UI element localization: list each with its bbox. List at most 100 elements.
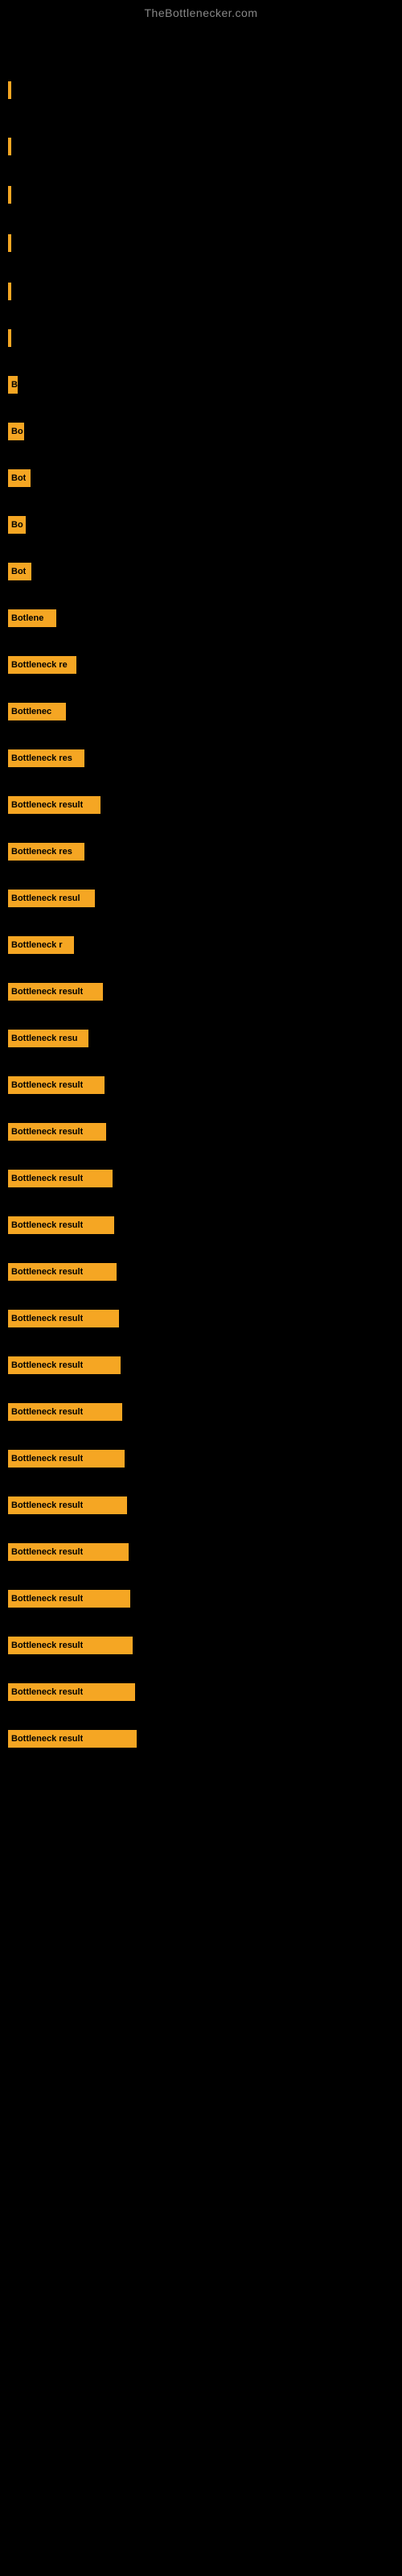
bar-fill: Bottleneck result [8, 1216, 114, 1234]
page-container: TheBottlenecker.com B Bo Bot Bo Bot Botlene Bo… [0, 0, 402, 2576]
bar-label: Bottleneck result [11, 800, 83, 810]
bar-row: Bottleneck result [8, 1401, 402, 1423]
bar-fill: Bottleneck result [8, 1496, 127, 1514]
bar-fill: Bottleneck result [8, 1076, 105, 1094]
bar-row [8, 135, 402, 158]
bar-fill: Bottleneck res [8, 749, 84, 767]
bar-fill: Bo [8, 423, 24, 440]
bar-fill: Bottleneck result [8, 983, 103, 1001]
bar-label: Bottleneck result [11, 1407, 83, 1417]
bar-row: Botlene [8, 607, 402, 630]
bar-label: Bottleneck result [11, 1127, 83, 1137]
bar-label: Bottleneck result [11, 1641, 83, 1650]
bars-section: B Bo Bot Bo Bot Botlene Bottleneck re Bottlenec… [0, 23, 402, 1752]
bar-row: Bottleneck result [8, 1214, 402, 1236]
bar-fill: Bottleneck result [8, 1543, 129, 1561]
bar-label: Bottleneck result [11, 1501, 83, 1510]
bar-label: Bottleneck result [11, 1314, 83, 1323]
bar-fill [8, 329, 11, 347]
bar-row: Bottleneck result [8, 1354, 402, 1377]
bar-label: Bottleneck res [11, 847, 72, 857]
bar-fill: B [8, 376, 18, 394]
bar-label: B [11, 380, 18, 390]
bar-row: Bottleneck result [8, 1167, 402, 1190]
bar-row: Bottlenec [8, 700, 402, 723]
bar-row: Bo [8, 420, 402, 443]
bar-row [8, 184, 402, 206]
bar-fill: Bot [8, 563, 31, 580]
bar-row: Bottleneck result [8, 1587, 402, 1610]
bar-row: Bottleneck re [8, 654, 402, 676]
bar-label: Bottleneck result [11, 1080, 83, 1090]
bar-label: Botlene [11, 613, 43, 623]
bar-label: Bottleneck result [11, 987, 83, 997]
bar-row [8, 280, 402, 303]
bar-fill: Bo [8, 516, 26, 534]
bar-row: Bottleneck resu [8, 1027, 402, 1050]
bar-row: Bottleneck res [8, 747, 402, 770]
bar-label: Bottleneck result [11, 1220, 83, 1230]
bar-fill: Bottleneck result [8, 1356, 121, 1374]
bar-fill: Bottleneck result [8, 1590, 130, 1608]
bar-row: Bottleneck result [8, 980, 402, 1003]
bar-row: Bo [8, 514, 402, 536]
bar-row: Bottleneck result [8, 1541, 402, 1563]
bar-row: Bottleneck result [8, 1074, 402, 1096]
bar-fill: Bottleneck result [8, 1730, 137, 1748]
bar-row: Bottleneck result [8, 1681, 402, 1703]
bar-row: Bottleneck result [8, 1634, 402, 1657]
bar-row: Bottleneck result [8, 1447, 402, 1470]
bar-fill: Bottleneck resu [8, 1030, 88, 1047]
bar-label: Bottleneck resu [11, 1034, 78, 1043]
bar-fill: Bottleneck result [8, 796, 100, 814]
bar-fill: Bottleneck res [8, 843, 84, 861]
bar-row: Bottleneck result [8, 1494, 402, 1517]
bar-fill: Bottleneck resul [8, 890, 95, 907]
site-title: TheBottlenecker.com [0, 0, 402, 23]
bar-label: Bottlenec [11, 707, 51, 716]
bar-label: Bottleneck result [11, 1360, 83, 1370]
bar-row: B [8, 374, 402, 396]
bar-fill [8, 234, 11, 252]
bar-fill: Bottleneck result [8, 1310, 119, 1327]
bar-fill: Bottleneck result [8, 1637, 133, 1654]
bar-label: Bottleneck result [11, 1594, 83, 1604]
bar-row: Bottleneck result [8, 794, 402, 816]
bar-row [8, 327, 402, 349]
bar-label: Bot [11, 567, 26, 576]
bar-fill: Bottleneck result [8, 1123, 106, 1141]
bar-row: Bot [8, 560, 402, 583]
bar-fill: Botlene [8, 609, 56, 627]
bar-fill [8, 283, 11, 300]
bar-label: Bottleneck result [11, 1174, 83, 1183]
bar-label: Bottleneck r [11, 940, 63, 950]
bar-row: Bottleneck result [8, 1121, 402, 1143]
bar-row [8, 79, 402, 101]
bar-fill: Bottleneck result [8, 1170, 113, 1187]
bar-fill: Bottleneck result [8, 1403, 122, 1421]
bar-row: Bottleneck result [8, 1728, 402, 1750]
bar-row: Bottleneck result [8, 1261, 402, 1283]
bar-label: Bo [11, 427, 23, 436]
bar-label: Bot [11, 473, 26, 483]
bar-row: Bot [8, 467, 402, 489]
bar-row [8, 232, 402, 254]
bar-fill: Bottleneck result [8, 1263, 117, 1281]
bar-fill [8, 138, 11, 155]
bar-fill: Bottleneck result [8, 1683, 135, 1701]
bar-label: Bottleneck res [11, 753, 72, 763]
bar-fill: Bottleneck re [8, 656, 76, 674]
bar-label: Bottleneck result [11, 1547, 83, 1557]
bar-fill: Bot [8, 469, 31, 487]
bar-label: Bottleneck result [11, 1267, 83, 1277]
bar-row: Bottleneck r [8, 934, 402, 956]
bar-label: Bottleneck result [11, 1734, 83, 1744]
bar-fill [8, 81, 11, 99]
bar-row: Bottleneck result [8, 1307, 402, 1330]
bar-label: Bottleneck re [11, 660, 68, 670]
bar-label: Bottleneck resul [11, 894, 80, 903]
bar-fill: Bottleneck r [8, 936, 74, 954]
bar-label: Bo [11, 520, 23, 530]
bar-fill: Bottleneck result [8, 1450, 125, 1468]
bar-fill [8, 186, 11, 204]
